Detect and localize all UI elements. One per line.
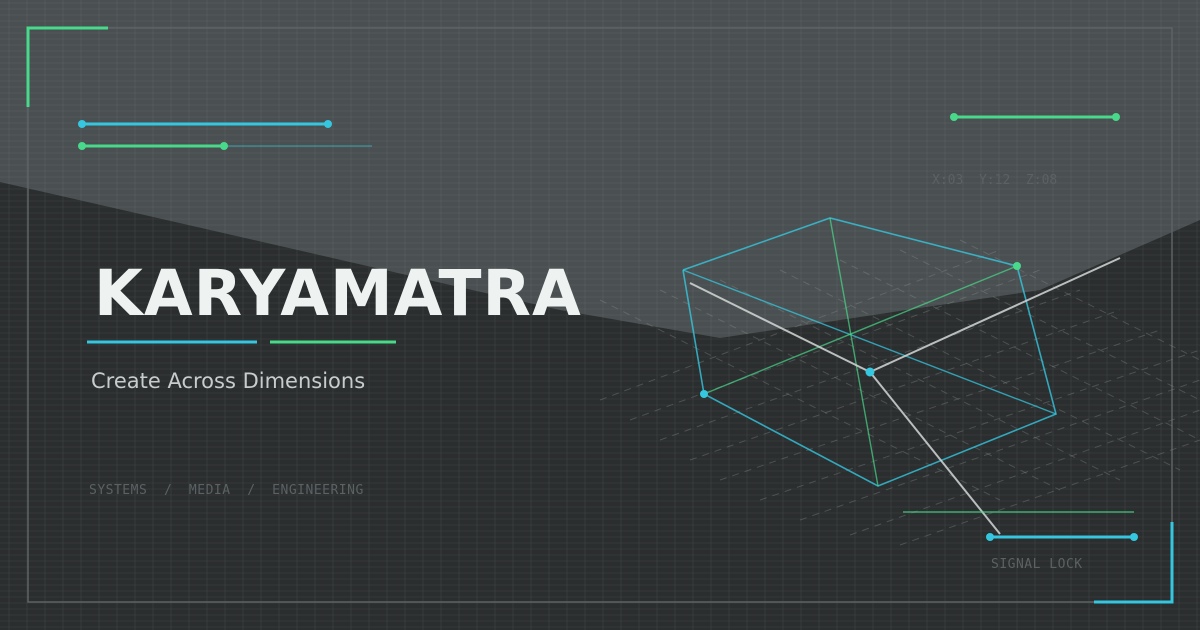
brand-title: KARYAMATRA <box>94 257 582 330</box>
signal-status: SIGNAL LOCK <box>991 557 1083 572</box>
category-list: SYSTEMS / MEDIA / ENGINEERING <box>89 483 364 498</box>
coordinate-readout: X:03 Y:12 Z:08 <box>932 173 1058 188</box>
tagline: Create Across Dimensions <box>91 369 366 393</box>
banner: KARYAMATRA Create Across Dimensions SYST… <box>0 0 1200 630</box>
